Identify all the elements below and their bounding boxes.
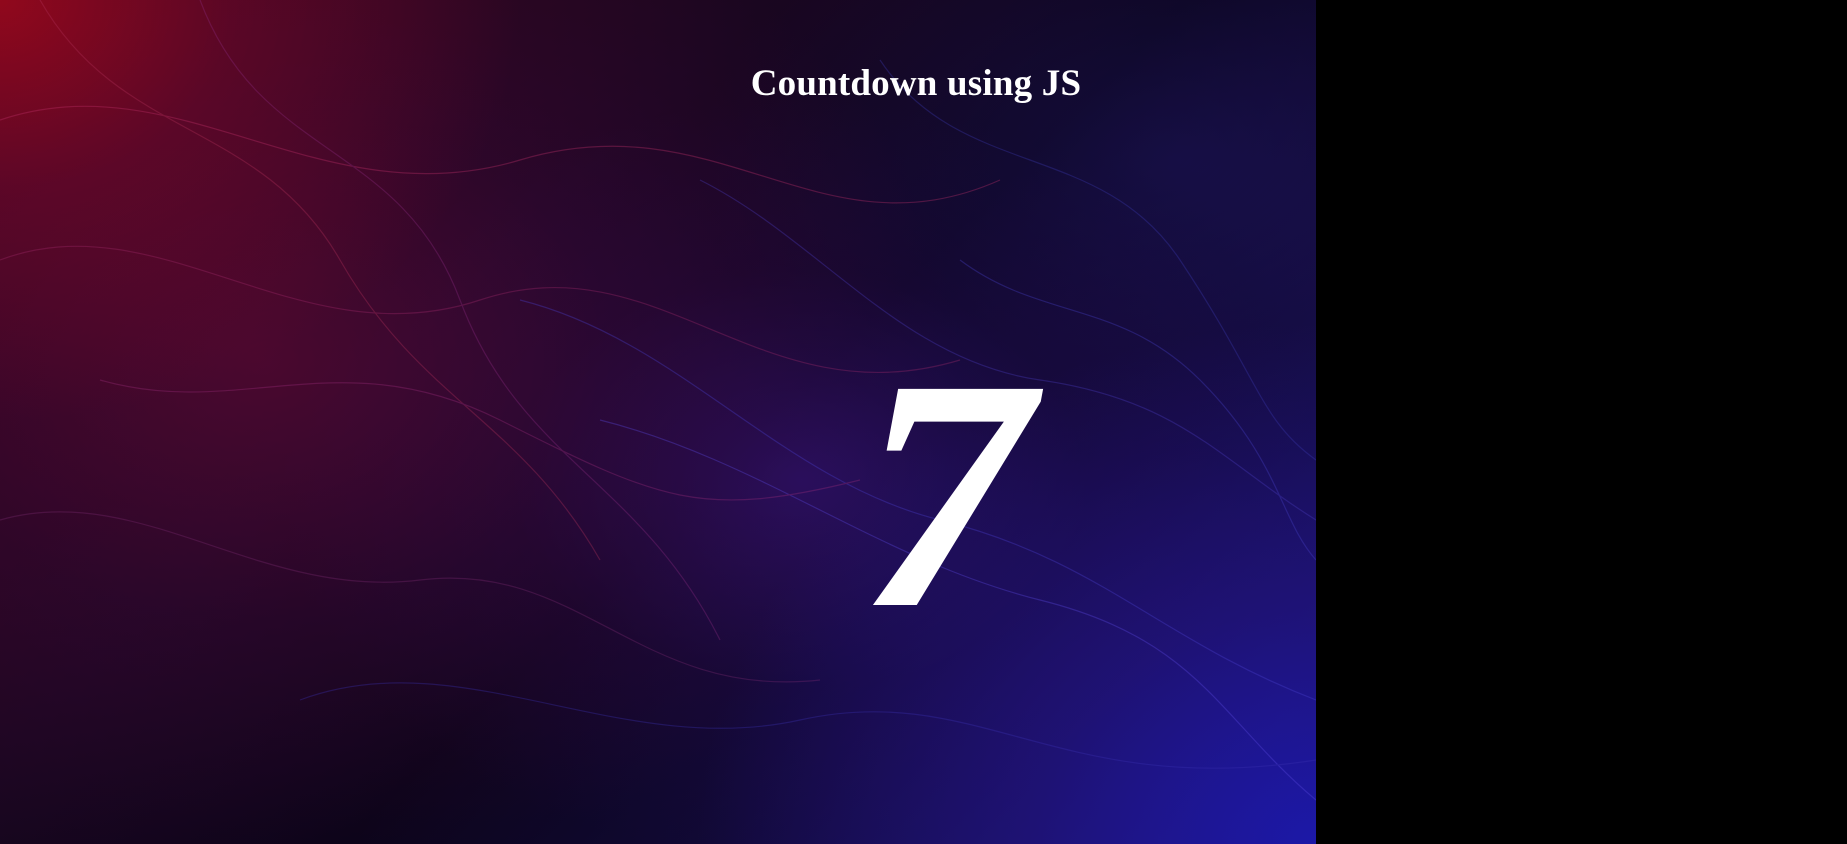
page-title: Countdown using JS	[750, 63, 1082, 104]
smoke-texture	[0, 0, 1316, 801]
page: Countdown using JS 7	[0, 0, 1847, 844]
countdown-number: 7	[858, 312, 1032, 677]
smoke-background	[0, 0, 1316, 844]
